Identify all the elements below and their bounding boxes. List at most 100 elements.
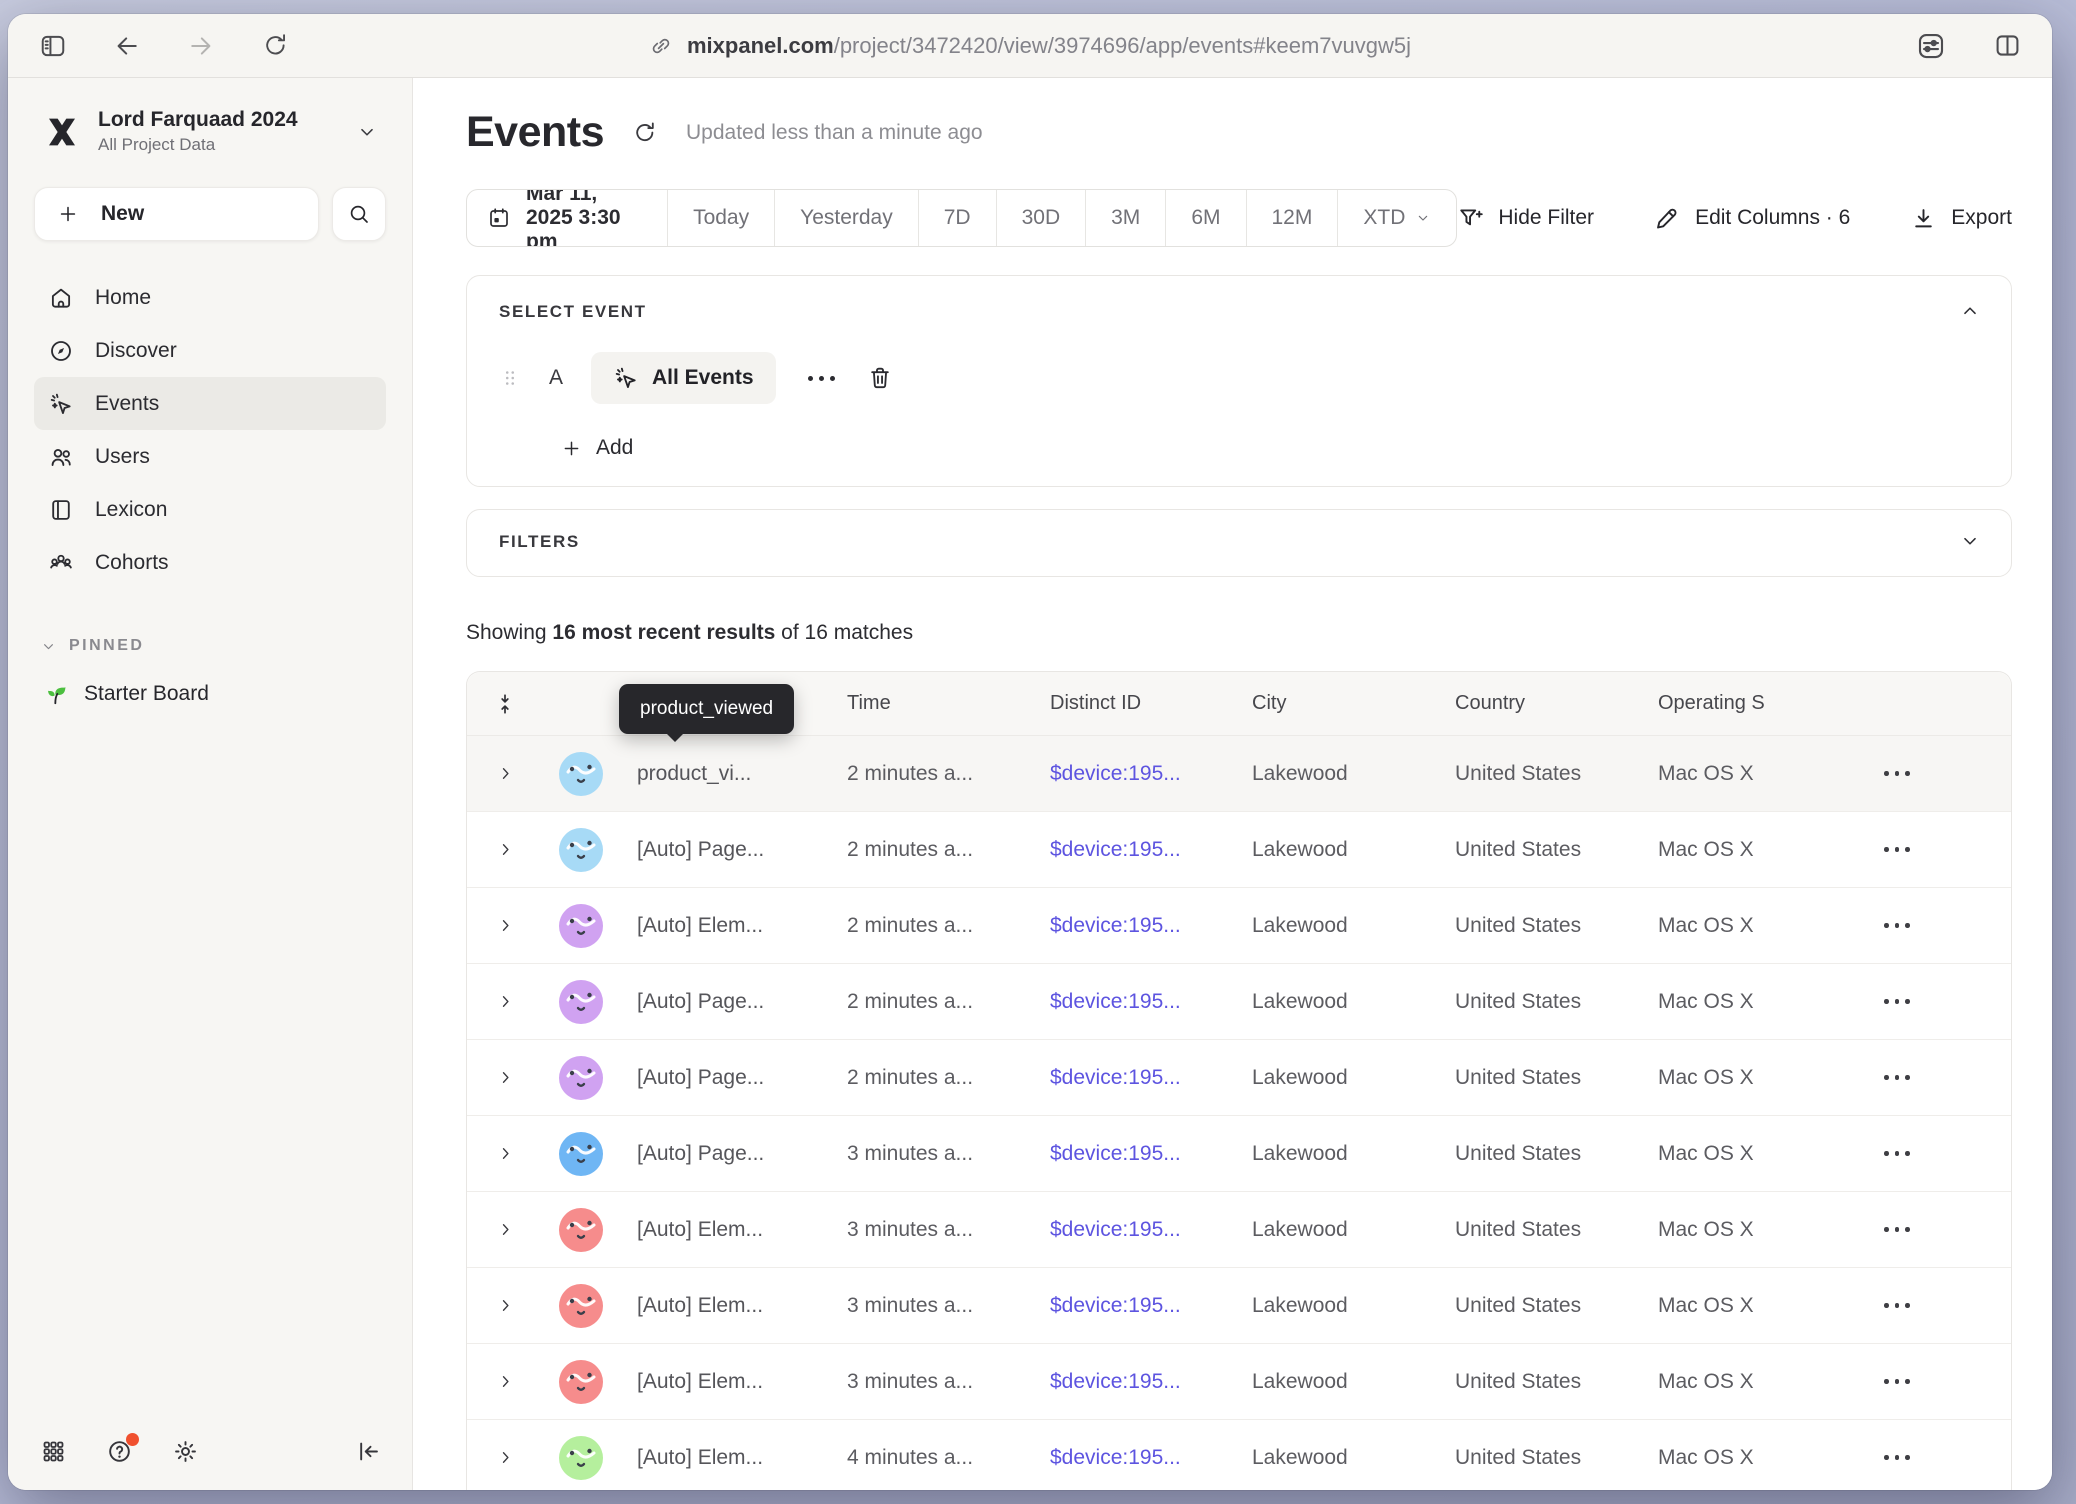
expand-row-icon[interactable] (496, 840, 515, 859)
range-xtd[interactable]: XTD (1338, 190, 1456, 246)
time-cell: 2 minutes a... (825, 762, 1028, 786)
chevron-up-icon[interactable] (1959, 300, 1981, 322)
distinct-id-link[interactable]: $device:195... (1028, 990, 1230, 1014)
reload-icon[interactable] (260, 31, 290, 61)
sidebar-item-starter-board[interactable]: Starter Board (34, 681, 386, 707)
range-yesterday[interactable]: Yesterday (775, 190, 919, 246)
lexicon-book-icon (48, 497, 74, 523)
table-row[interactable]: [Auto] Elem... 3 minutes a... $device:19… (467, 1192, 2011, 1268)
sidebar-item-events[interactable]: Events (34, 377, 386, 430)
row-more-options-icon[interactable] (1884, 1303, 2011, 1308)
apps-grid-icon[interactable] (38, 1436, 68, 1466)
expand-row-icon[interactable] (496, 1448, 515, 1467)
row-more-options-icon[interactable] (1884, 1151, 2011, 1156)
refresh-icon[interactable] (632, 120, 658, 146)
event-avatar (559, 1056, 603, 1100)
sidebar-item-discover[interactable]: Discover (34, 324, 386, 377)
search-button[interactable] (332, 187, 386, 241)
row-more-options-icon[interactable] (1884, 999, 2011, 1004)
range-3m[interactable]: 3M (1086, 190, 1166, 246)
table-row[interactable]: [Auto] Page... 2 minutes a... $device:19… (467, 812, 2011, 888)
expand-row-icon[interactable] (496, 1296, 515, 1315)
distinct-id-link[interactable]: $device:195... (1028, 762, 1230, 786)
distinct-id-link[interactable]: $device:195... (1028, 1370, 1230, 1394)
row-more-options-icon[interactable] (1884, 1455, 2011, 1460)
range-12m[interactable]: 12M (1247, 190, 1339, 246)
column-header-distinct-id[interactable]: Distinct ID (1028, 692, 1230, 715)
row-more-options-icon[interactable] (1884, 771, 2011, 776)
table-row[interactable]: [Auto] Page... 2 minutes a... $device:19… (467, 964, 2011, 1040)
distinct-id-link[interactable]: $device:195... (1028, 1142, 1230, 1166)
table-row[interactable]: [Auto] Elem... 4 minutes a... $device:19… (467, 1420, 2011, 1490)
add-event-button[interactable]: Add (561, 436, 1979, 460)
row-more-options-icon[interactable] (1884, 1227, 2011, 1232)
distinct-id-link[interactable]: $device:195... (1028, 838, 1230, 862)
event-avatar (559, 1284, 603, 1328)
expand-row-icon[interactable] (496, 764, 515, 783)
row-more-options-icon[interactable] (1884, 923, 2011, 928)
chevron-down-icon[interactable] (1959, 530, 1981, 552)
settings-gear-icon[interactable] (170, 1436, 200, 1466)
event-selector-pill[interactable]: All Events (591, 352, 776, 404)
expand-row-icon[interactable] (496, 992, 515, 1011)
new-button[interactable]: New (34, 187, 319, 241)
table-row[interactable]: [Auto] Page... 2 minutes a... $device:19… (467, 1040, 2011, 1116)
event-name-cell: [Auto] Page... (615, 1142, 825, 1166)
expand-row-icon[interactable] (496, 1144, 515, 1163)
city-cell: Lakewood (1230, 990, 1433, 1014)
distinct-id-link[interactable]: $device:195... (1028, 1294, 1230, 1318)
browser-sidebar-toggle-icon[interactable] (38, 31, 68, 61)
column-header-country[interactable]: Country (1433, 692, 1636, 715)
row-more-options-icon[interactable] (1884, 1075, 2011, 1080)
split-view-icon[interactable] (1992, 31, 2022, 61)
table-row[interactable]: [Auto] Page... 3 minutes a... $device:19… (467, 1116, 2011, 1192)
help-icon[interactable] (104, 1436, 134, 1466)
hide-filter-button[interactable]: Hide Filter (1457, 205, 1594, 232)
expand-row-icon[interactable] (496, 1220, 515, 1239)
column-header-time[interactable]: Time (825, 692, 1028, 715)
range-7d[interactable]: 7D (919, 190, 997, 246)
event-tooltip: product_viewed (619, 684, 794, 734)
column-header-city[interactable]: City (1230, 692, 1433, 715)
pencil-icon (1654, 205, 1681, 232)
expand-row-icon[interactable] (496, 916, 515, 935)
expand-row-icon[interactable] (496, 1068, 515, 1087)
back-icon[interactable] (112, 31, 142, 61)
plus-icon (57, 203, 79, 225)
table-row[interactable]: [Auto] Elem... 3 minutes a... $device:19… (467, 1268, 2011, 1344)
pinned-section-header[interactable]: PINNED (34, 637, 386, 655)
city-cell: Lakewood (1230, 1446, 1433, 1470)
time-cell: 2 minutes a... (825, 838, 1028, 862)
event-avatar (559, 980, 603, 1024)
range-today[interactable]: Today (668, 190, 775, 246)
edit-columns-button[interactable]: Edit Columns · 6 (1654, 205, 1850, 232)
distinct-id-link[interactable]: $device:195... (1028, 1218, 1230, 1242)
distinct-id-link[interactable]: $device:195... (1028, 1066, 1230, 1090)
table-row[interactable]: [Auto] Elem... 2 minutes a... $device:19… (467, 888, 2011, 964)
row-more-options-icon[interactable] (1884, 847, 2011, 852)
sidebar-item-cohorts[interactable]: Cohorts (34, 536, 386, 589)
distinct-id-link[interactable]: $device:195... (1028, 914, 1230, 938)
sidebar-item-home[interactable]: Home (34, 271, 386, 324)
sidebar-item-users[interactable]: Users (34, 430, 386, 483)
page-settings-icon[interactable] (1916, 31, 1946, 61)
project-switcher[interactable]: Lord Farquaad 2024 All Project Data (34, 104, 386, 155)
table-row[interactable]: product_vi... 2 minutes a... $device:195… (467, 736, 2011, 812)
range-30d[interactable]: 30D (997, 190, 1087, 246)
event-name-cell: [Auto] Elem... (615, 1446, 825, 1470)
column-header-os[interactable]: Operating S (1636, 692, 1858, 715)
distinct-id-link[interactable]: $device:195... (1028, 1446, 1230, 1470)
expand-row-icon[interactable] (496, 1372, 515, 1391)
collapse-sidebar-icon[interactable] (355, 1438, 382, 1465)
more-options-icon[interactable] (802, 376, 841, 381)
export-button[interactable]: Export (1910, 205, 2012, 232)
drag-handle-icon[interactable] (499, 367, 521, 389)
sidebar-item-lexicon[interactable]: Lexicon (34, 483, 386, 536)
row-more-options-icon[interactable] (1884, 1379, 2011, 1384)
date-picker[interactable]: Mar 11, 2025 3:30 pm (467, 190, 668, 246)
address-bar[interactable]: mixpanel.com/project/3472420/view/397469… (649, 14, 1411, 78)
table-row[interactable]: [Auto] Elem... 3 minutes a... $device:19… (467, 1344, 2011, 1420)
range-6m[interactable]: 6M (1166, 190, 1246, 246)
collapse-all-rows-icon[interactable] (493, 692, 517, 716)
trash-icon[interactable] (867, 365, 893, 391)
